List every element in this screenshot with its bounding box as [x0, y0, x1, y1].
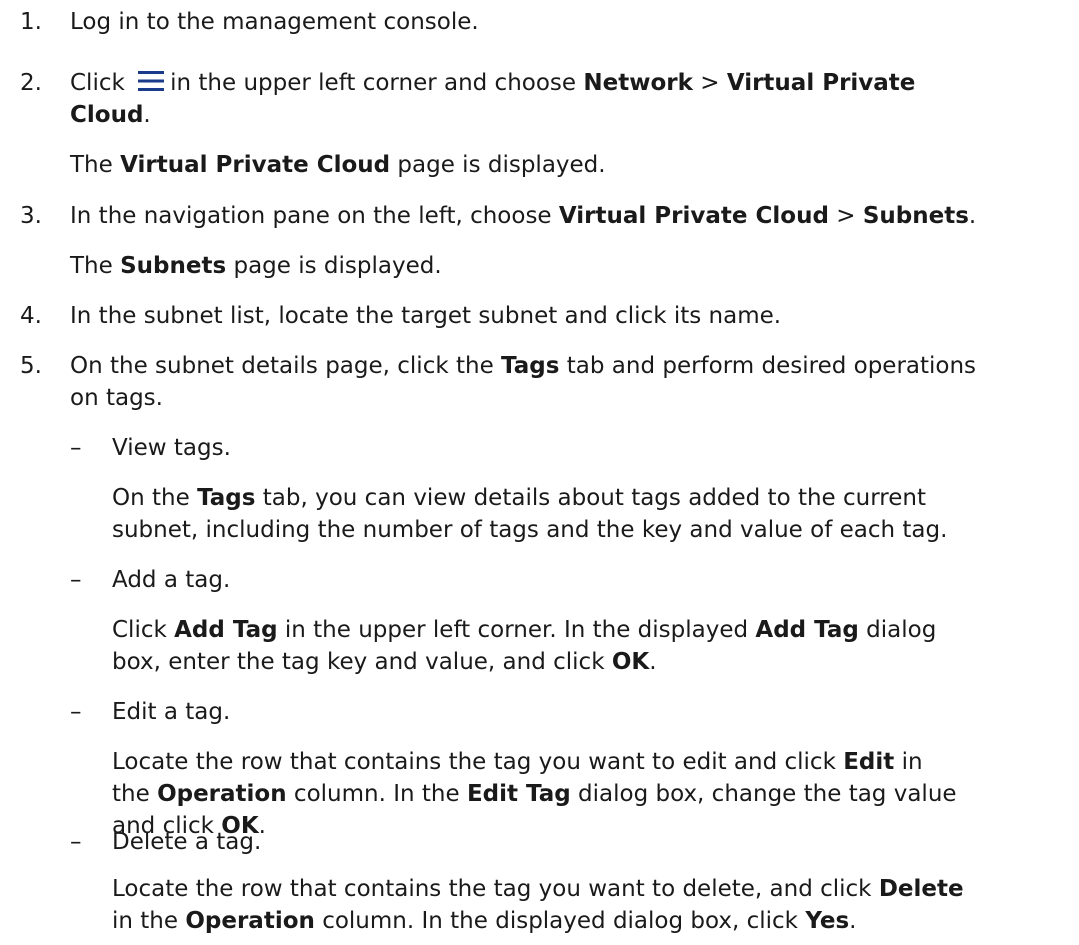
step-number: 5. [20, 353, 42, 379]
substep-body-line: subnet, including the number of tags and… [112, 517, 948, 543]
substep-title: View tags. [112, 435, 231, 461]
step-2-line-1: Click in the upper left corner and choos… [70, 70, 916, 96]
substep-body-line: the Operation column. In the Edit Tag di… [112, 781, 957, 807]
substep-title: Add a tag. [112, 567, 231, 593]
step-number: 4. [20, 303, 42, 329]
step-number: 3. [20, 203, 42, 229]
step-5-line-1: On the subnet details page, click the Ta… [70, 353, 977, 379]
substep-body-line: On the Tags tab, you can view details ab… [112, 485, 926, 511]
step-1-text: Log in to the management console. [70, 9, 479, 35]
step-2-note: The Virtual Private Cloud page is displa… [70, 152, 606, 178]
step-3-note: The Subnets page is displayed. [70, 253, 442, 279]
bullet-dash: – [70, 699, 82, 725]
step-3-line-1: In the navigation pane on the left, choo… [70, 203, 977, 229]
substep-body-line: box, enter the tag key and value, and cl… [112, 649, 657, 675]
bullet-dash: – [70, 435, 82, 461]
substep-body-line: Locate the row that contains the tag you… [112, 749, 923, 775]
menu-icon [138, 71, 165, 91]
step-5-line-2: on tags. [70, 385, 163, 411]
substep-title: Edit a tag. [112, 699, 231, 725]
substep-body-line: Locate the row that contains the tag you… [112, 876, 964, 902]
document-page: 1. Log in to the management console. 2. … [0, 0, 1079, 945]
step-number: 1. [20, 9, 42, 35]
step-2-line-2: Cloud. [70, 102, 151, 128]
substep-body-line: in the Operation column. In the displaye… [112, 908, 857, 934]
step-4-text: In the subnet list, locate the target su… [70, 303, 782, 329]
step-number: 2. [20, 70, 42, 96]
substep-title: Delete a tag. [112, 829, 262, 855]
substep-body-line: Click Add Tag in the upper left corner. … [112, 617, 937, 643]
bullet-dash: – [70, 829, 82, 855]
bullet-dash: – [70, 567, 82, 593]
